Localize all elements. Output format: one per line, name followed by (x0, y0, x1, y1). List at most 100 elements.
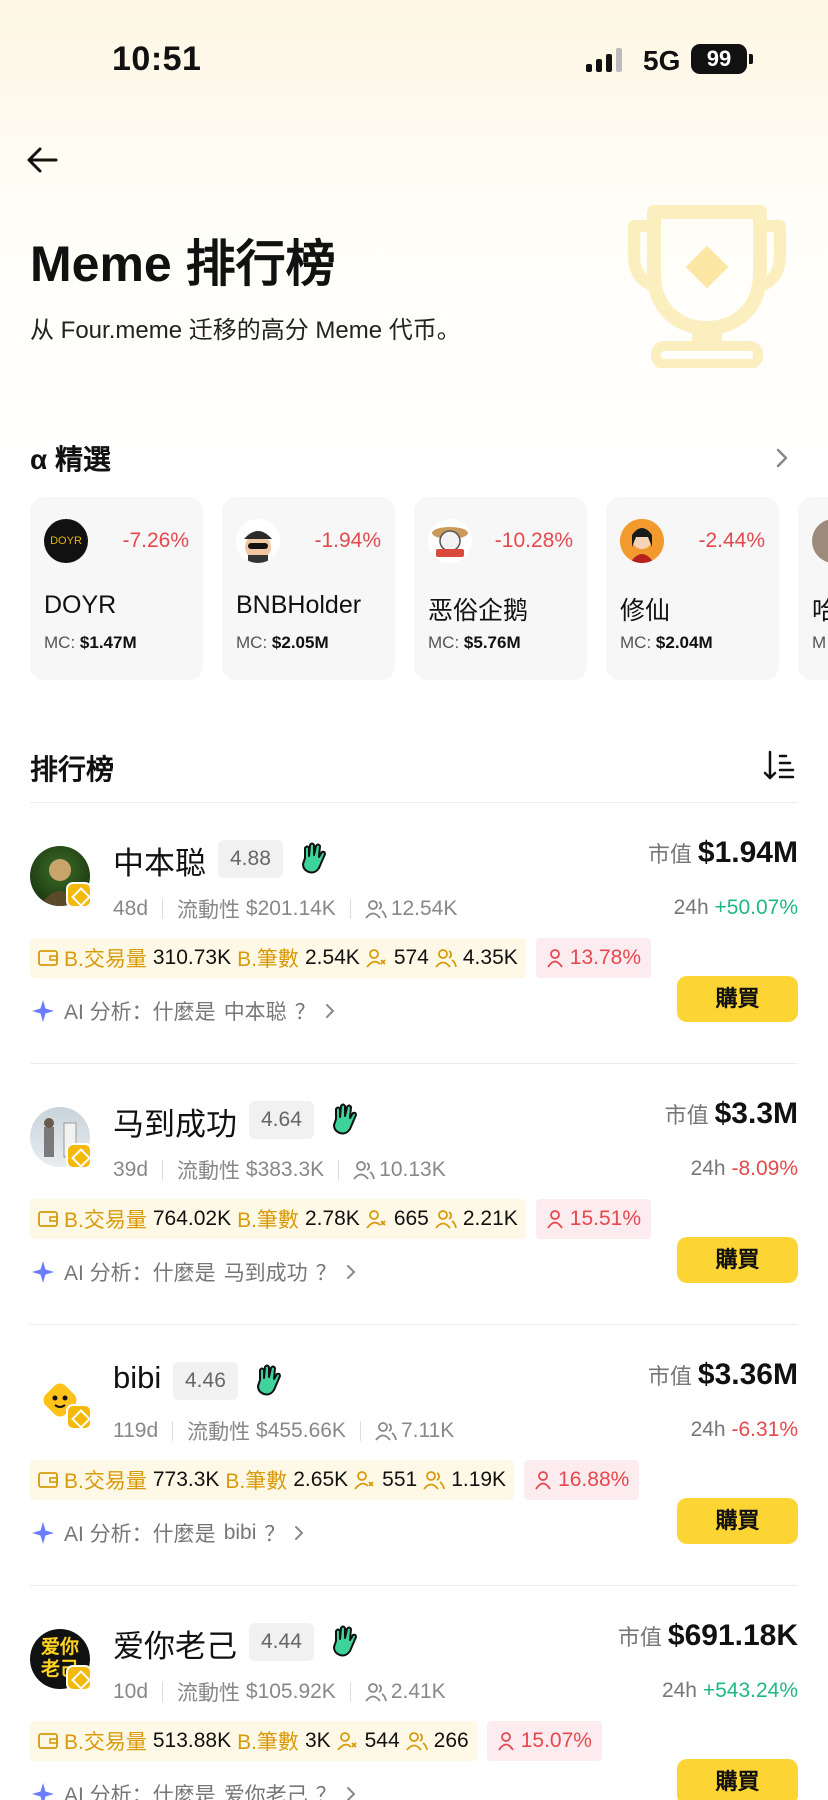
alpha-card[interactable]: -1.94% BNBHolder MC: $2.05M (222, 497, 395, 680)
sparkle-icon (32, 1783, 54, 1800)
alpha-card[interactable]: -10.28% 恶俗企鹅 MC: $5.76M (414, 497, 587, 680)
divider (30, 1585, 798, 1586)
holders-icon (375, 1422, 397, 1441)
market-cap: MC: $5.76M (428, 633, 521, 652)
volume-stats: B.交易量 310.73K B.筆數 2.54K 574 4.35K (30, 938, 526, 978)
volume-stats: B.交易量 773.3K B.筆數 2.65K 551 1.19K (30, 1460, 515, 1500)
score-badge: 4.46 (173, 1362, 238, 1400)
waving-hand-icon (333, 1103, 357, 1135)
sort-icon[interactable] (762, 748, 796, 782)
linked-users-icon (366, 1210, 386, 1229)
market-cap: M (812, 633, 827, 652)
divider (30, 1063, 798, 1064)
alpha-card[interactable]: 哈 M (798, 497, 828, 680)
signal-icon (586, 48, 622, 72)
alpha-heading: α 精選 (30, 444, 111, 475)
bnb-chain-icon (66, 1404, 92, 1430)
wallet-icon (38, 950, 58, 966)
ai-analysis-link[interactable]: AI 分析：什麼是 bibi？ (30, 1518, 305, 1548)
buy-button[interactable]: 購買 (677, 1759, 798, 1800)
ai-analysis-link[interactable]: AI 分析：什麼是 爱你老己？ (30, 1779, 357, 1800)
sparkle-icon (32, 1522, 54, 1544)
token-meta: 119d 流動性 $455.66K 7.11K (113, 1419, 455, 1444)
token-meta: 10d 流動性 $105.92K 2.41K (113, 1680, 446, 1705)
holder-percent: 16.88% (524, 1460, 640, 1500)
holder-percent: 13.78% (535, 938, 651, 978)
volume-stats: B.交易量 764.02K B.筆數 2.78K 665 2.21K (30, 1199, 526, 1239)
holders-icon (365, 900, 387, 919)
wallet-icon (38, 1211, 58, 1227)
divider (30, 1324, 798, 1325)
avatar-logo-text: DOYR (50, 535, 82, 547)
token-meta: 48d 流動性 $201.14K 12.54K (113, 897, 458, 922)
page-title: Meme 排行榜 (30, 236, 336, 292)
holder-percent: 15.07% (486, 1721, 602, 1761)
divider (30, 802, 798, 803)
volume-stats: B.交易量 513.88K B.筆數 3K 544 266 (30, 1721, 477, 1761)
buy-button[interactable]: 購買 (677, 1237, 798, 1283)
status-bar: 10:51 5G 99 (0, 0, 828, 120)
holders-icon (365, 1683, 387, 1702)
buy-button[interactable]: 購買 (677, 976, 798, 1022)
page-subtitle: 从 Four.meme 迁移的高分 Meme 代币。 (30, 317, 461, 344)
waving-hand-icon (333, 1625, 357, 1657)
bnb-chain-icon (66, 882, 92, 908)
holders-icon (353, 1161, 376, 1180)
ai-analysis-link[interactable]: AI 分析：什麼是 马到成功？ (30, 1257, 357, 1287)
wallet-icon (38, 1733, 58, 1749)
users-icon (405, 1732, 428, 1751)
market-cap: MC: $1.47M (44, 633, 137, 652)
token-name: 哈 (812, 597, 828, 625)
change-24h: 24h +543.24% (661, 1679, 798, 1702)
bnb-chain-icon (66, 1143, 92, 1169)
trade-stats: B.交易量 513.88K B.筆數 3K 544 266 15.07% (30, 1721, 602, 1761)
person-icon (547, 1210, 563, 1229)
market-cap: 市值 $691.18K (617, 1619, 798, 1652)
bnb-chain-icon (66, 1665, 92, 1691)
ranking-row[interactable]: 中本聪 4.88 48d 流動性 $201.14K 12.54K 市值 $1.94… (0, 816, 828, 1076)
token-name: 马到成功 (113, 1107, 237, 1142)
change-24h: 24h -6.31% (690, 1418, 798, 1441)
ai-analysis-link[interactable]: AI 分析：什麼是 中本聪？ (30, 996, 336, 1026)
ranking-row[interactable]: 马到成功 4.64 39d 流動性 $383.3K 10.13K 市值 $3.3M… (0, 1077, 828, 1337)
trade-stats: B.交易量 764.02K B.筆數 2.78K 665 2.21K 15.51% (30, 1199, 651, 1239)
price-change: -10.28% (494, 529, 573, 552)
market-cap: MC: $2.04M (620, 633, 713, 652)
market-cap: 市值 $3.36M (647, 1358, 798, 1391)
market-cap: 市值 $1.94M (647, 836, 798, 869)
alpha-card[interactable]: -2.44% 修仙 MC: $2.04M (606, 497, 779, 680)
change-24h: 24h +50.07% (673, 896, 798, 919)
ranking-row[interactable]: 爱你老己 爱你老己 4.44 10d 流動性 $105.92K 2.41K 市值… (0, 1599, 828, 1800)
alpha-card[interactable]: DOYR -7.26% DOYR MC: $1.47M (30, 497, 203, 680)
market-cap: 市值 $3.3M (664, 1097, 798, 1130)
back-arrow-icon[interactable] (24, 142, 60, 178)
price-change: -2.44% (698, 529, 765, 552)
battery-icon: 99 (691, 44, 753, 74)
score-badge: 4.64 (249, 1101, 314, 1139)
chevron-right-icon (346, 1787, 356, 1800)
ranking-row[interactable]: bibi 4.46 119d 流動性 $455.66K 7.11K 市值 $3.3… (0, 1338, 828, 1598)
person-icon (547, 949, 563, 968)
status-time: 10:51 (112, 40, 202, 78)
chevron-right-icon[interactable] (772, 446, 792, 470)
trade-stats: B.交易量 773.3K B.筆數 2.65K 551 1.19K 16.88% (30, 1460, 640, 1500)
token-name: 中本聪 (113, 846, 206, 881)
token-name: DOYR (44, 591, 117, 619)
score-badge: 4.88 (218, 840, 283, 878)
waving-hand-icon (302, 842, 326, 874)
token-name: bibi (113, 1360, 162, 1395)
sparkle-icon (32, 1000, 54, 1022)
network-type: 5G (643, 45, 681, 76)
price-change: -1.94% (314, 529, 381, 552)
token-avatar: DOYR (44, 519, 88, 563)
token-name: 爱你老己 (113, 1629, 237, 1664)
linked-users-icon (336, 1732, 357, 1751)
users-icon (423, 1471, 446, 1490)
change-24h: 24h -8.09% (690, 1157, 798, 1180)
token-name: 修仙 (620, 597, 671, 625)
users-icon (435, 1210, 457, 1229)
token-name: BNBHolder (236, 591, 362, 619)
buy-button[interactable]: 購買 (677, 1498, 798, 1544)
chevron-right-icon (295, 1526, 304, 1540)
ranking-heading: 排行榜 (30, 754, 115, 785)
